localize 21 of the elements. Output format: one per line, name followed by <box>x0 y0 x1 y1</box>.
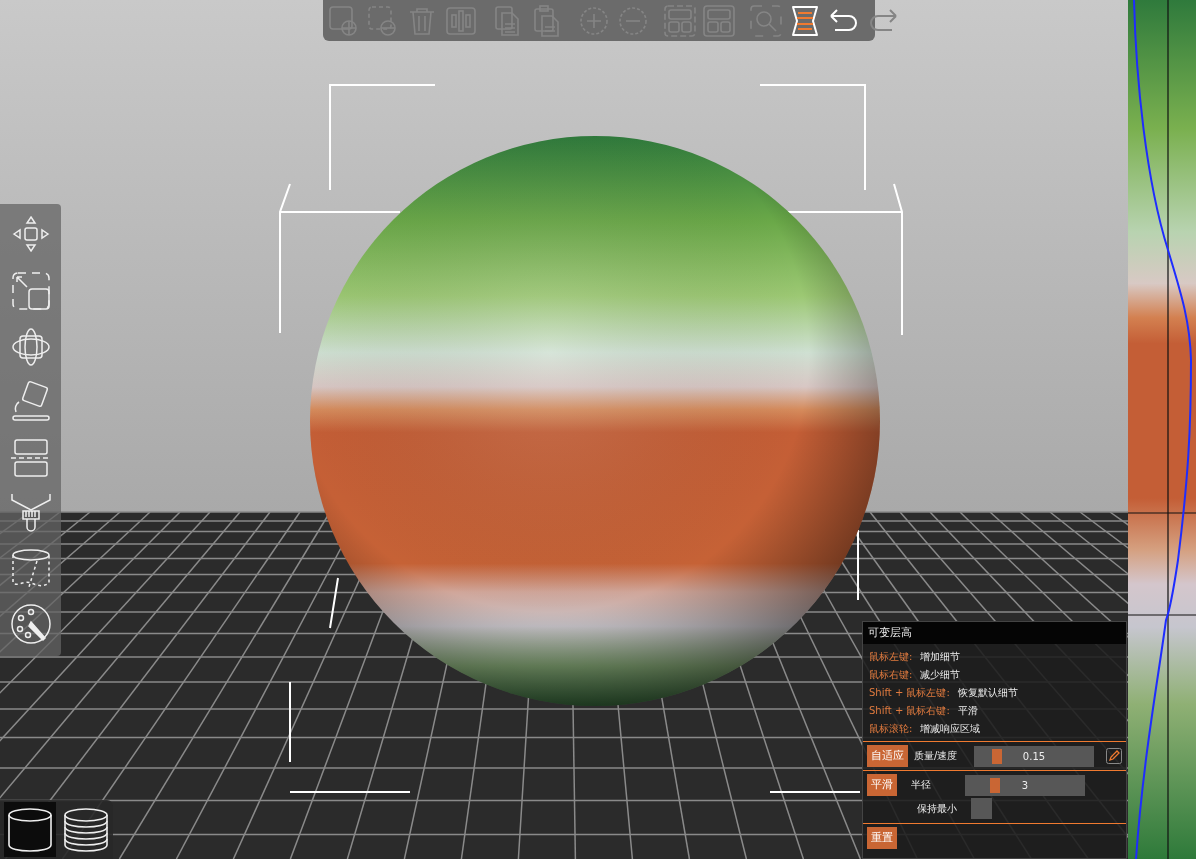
slider[interactable]: 3 <box>965 774 1085 796</box>
keep-min-label: 保持最小 <box>917 801 958 816</box>
hint-key: Shift + 鼠标左键: <box>869 686 950 700</box>
hint-key: 鼠标左键: <box>869 650 913 664</box>
hint-action: 减少细节 <box>920 668 961 682</box>
hint-key: 鼠标滚轮: <box>869 722 913 736</box>
hint-action: 恢复默认细节 <box>957 686 1018 700</box>
slider-value: 3 <box>1021 779 1029 791</box>
reset-button[interactable]: 重置 <box>867 827 897 849</box>
hint-action: 增减响应区域 <box>920 722 981 736</box>
hint-action: 增加细节 <box>920 650 961 664</box>
adaptive-button[interactable]: 自适应 <box>867 745 908 767</box>
slider[interactable]: 0.15 <box>974 745 1094 767</box>
quality-label: 质量/速度 <box>914 749 959 763</box>
hint-action: 平滑 <box>957 704 978 718</box>
smooth-button[interactable]: 平滑 <box>867 774 897 796</box>
slider-value: 0.15 <box>1022 750 1046 762</box>
radius-label: 半径 <box>911 778 932 792</box>
panel-title: 可变层高 <box>863 622 1126 644</box>
hint-key: 鼠标右键: <box>869 668 913 682</box>
hint-key: Shift + 鼠标右键: <box>869 704 950 718</box>
